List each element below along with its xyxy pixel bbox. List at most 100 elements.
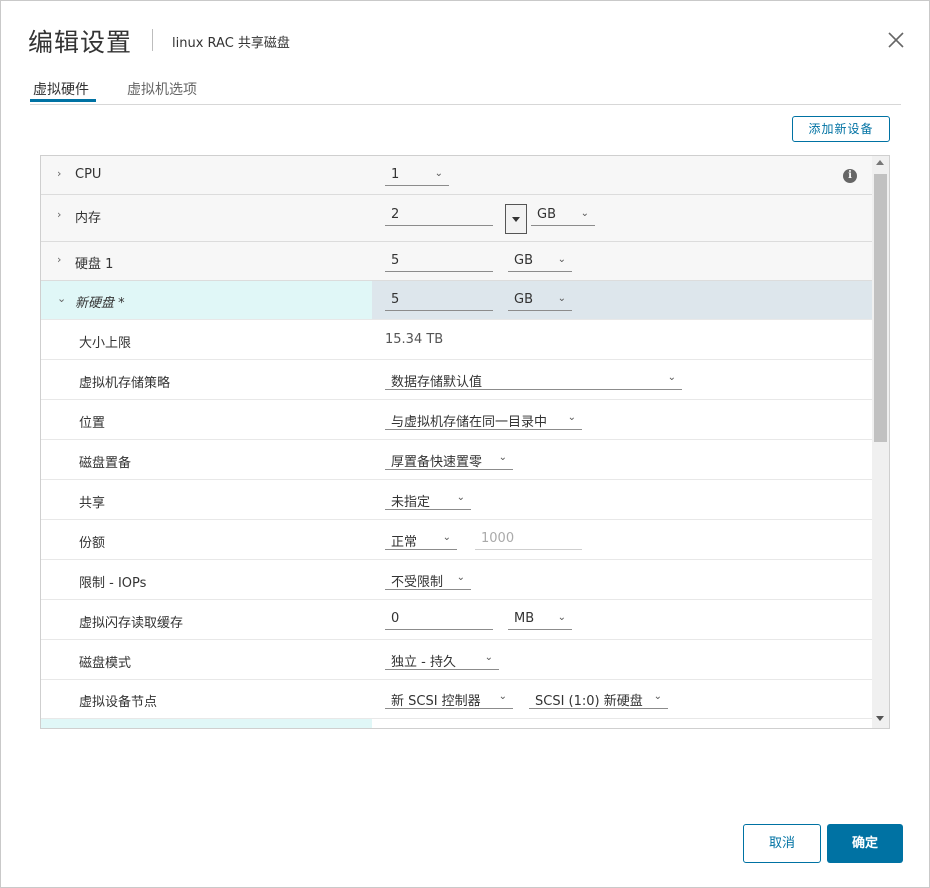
new-disk-size: 5 [391, 292, 400, 307]
active-tab-indicator [30, 99, 96, 102]
chevron-down-icon: ⌄ [567, 412, 576, 423]
chevron-down-icon: ⌄ [442, 532, 451, 543]
memory-unit-select[interactable]: GB ⌄ [531, 207, 595, 226]
sharing-value: 未指定 [391, 495, 431, 510]
hardware-grid: › CPU 1 ⌄ i › 内存 2 GB ⌄ › 硬盘 1 5 GB ⌄ ⌄ … [40, 155, 890, 729]
chevron-down-icon: ⌄ [498, 691, 507, 702]
row-virtual-device-node: 虚拟设备节点 新 SCSI 控制器 ⌄ SCSI (1:0) 新硬盘 ⌄ [41, 680, 872, 719]
ok-button[interactable]: 确定 [827, 824, 903, 863]
info-icon[interactable]: i [843, 169, 857, 183]
controller-value: 新 SCSI 控制器 [391, 694, 481, 709]
row-cpu: › CPU 1 ⌄ i [41, 156, 872, 195]
new-disk-unit: GB [514, 292, 533, 307]
chevron-down-icon: ⌄ [557, 612, 566, 623]
disk-mode-value: 独立 - 持久 [391, 655, 456, 670]
row-sharing: 共享 未指定 ⌄ [41, 480, 872, 520]
flash-cache-input[interactable]: 0 [385, 611, 493, 630]
shares-label: 份额 [79, 536, 106, 551]
row-disk-mode: 磁盘模式 独立 - 持久 ⌄ [41, 640, 872, 680]
disk1-label: 硬盘 1 [75, 257, 114, 272]
location-select[interactable]: 与虚拟机存储在同一目录中 ⌄ [385, 411, 582, 430]
controller-select[interactable]: 新 SCSI 控制器 ⌄ [385, 690, 513, 709]
disk-mode-label: 磁盘模式 [79, 656, 132, 671]
new-disk-unit-select[interactable]: GB ⌄ [508, 292, 572, 311]
chevron-down-icon: ⌄ [456, 492, 465, 503]
storage-policy-select[interactable]: 数据存储默认值 ⌄ [385, 371, 682, 390]
vm-name: linux RAC 共享磁盘 [172, 36, 290, 51]
memory-label: 内存 [75, 211, 102, 226]
row-memory: › 内存 2 GB ⌄ [41, 195, 872, 242]
shares-select[interactable]: 正常 ⌄ [385, 531, 457, 550]
chevron-down-icon: ⌄ [434, 168, 443, 179]
scroll-down-arrow-icon[interactable] [876, 716, 884, 721]
shares-number-input: 1000 [475, 531, 582, 550]
device-node-value: SCSI (1:0) 新硬盘 [535, 694, 643, 709]
flash-cache-label: 虚拟闪存读取缓存 [79, 616, 184, 631]
chevron-down-icon[interactable]: ⌄ [57, 292, 66, 305]
tab-vm-options[interactable]: 虚拟机选项 [127, 79, 197, 99]
close-icon[interactable] [885, 29, 907, 51]
chevron-down-icon: ⌄ [580, 208, 589, 219]
tab-bar: 虚拟硬件 虚拟机选项 [30, 77, 901, 105]
storage-policy-value: 数据存储默认值 [391, 375, 483, 390]
memory-unit: GB [537, 207, 556, 222]
shares-number: 1000 [481, 531, 515, 546]
tab-virtual-hardware[interactable]: 虚拟硬件 [33, 79, 89, 99]
row-flash-read-cache: 虚拟闪存读取缓存 0 MB ⌄ [41, 600, 872, 640]
chevron-right-icon[interactable]: › [57, 208, 61, 221]
shares-value: 正常 [391, 535, 418, 550]
provisioning-label: 磁盘置备 [79, 456, 132, 471]
disk-mode-select[interactable]: 独立 - 持久 ⌄ [385, 651, 499, 670]
disk1-size: 5 [391, 253, 400, 268]
row-shares: 份额 正常 ⌄ 1000 [41, 520, 872, 560]
edit-settings-dialog: 编辑设置 linux RAC 共享磁盘 虚拟硬件 虚拟机选项 添加新设备 › C… [0, 0, 930, 888]
chevron-down-icon: ⌄ [484, 652, 493, 663]
new-disk-label: 新硬盘 * [75, 296, 125, 311]
dialog-title: 编辑设置 [28, 28, 133, 57]
add-new-device-button[interactable]: 添加新设备 [792, 116, 890, 142]
row-location: 位置 与虚拟机存储在同一目录中 ⌄ [41, 400, 872, 440]
row-limit-iops: 限制 - IOPs 不受限制 ⌄ [41, 560, 872, 600]
row-disk-1: › 硬盘 1 5 GB ⌄ [41, 242, 872, 281]
limit-iops-label: 限制 - IOPs [79, 576, 147, 591]
cpu-select[interactable]: 1 ⌄ [385, 167, 449, 186]
device-node-label: 虚拟设备节点 [79, 695, 158, 710]
scrollbar-thumb[interactable] [874, 174, 887, 442]
max-size-value: 15.34 TB [385, 332, 444, 347]
row-max-size: 大小上限 15.34 TB [41, 320, 872, 360]
grid-scrollbar[interactable] [872, 156, 889, 728]
chevron-down-icon: ⌄ [557, 293, 566, 304]
flash-cache-value: 0 [391, 611, 400, 626]
provisioning-select[interactable]: 厚置备快速置零 ⌄ [385, 451, 513, 470]
memory-dropdown-toggle[interactable] [505, 204, 527, 234]
chevron-down-icon: ⌄ [667, 372, 676, 383]
flash-cache-unit-select[interactable]: MB ⌄ [508, 611, 572, 630]
row-new-disk: ⌄ 新硬盘 * 5 GB ⌄ [41, 281, 872, 320]
memory-input[interactable]: 2 [385, 207, 493, 226]
memory-value: 2 [391, 207, 400, 222]
chevron-down-icon: ⌄ [653, 691, 662, 702]
cancel-button[interactable]: 取消 [743, 824, 821, 863]
chevron-down-icon: ⌄ [557, 254, 566, 265]
row-disk-provisioning: 磁盘置备 厚置备快速置零 ⌄ [41, 440, 872, 480]
disk1-size-input[interactable]: 5 [385, 253, 493, 272]
flash-cache-unit: MB [514, 611, 535, 626]
sharing-select[interactable]: 未指定 ⌄ [385, 491, 471, 510]
storage-policy-label: 虚拟机存储策略 [79, 376, 171, 391]
row-storage-policy: 虚拟机存储策略 数据存储默认值 ⌄ [41, 360, 872, 400]
cpu-label: CPU [75, 167, 102, 182]
chevron-right-icon[interactable]: › [57, 253, 61, 266]
title-divider [152, 29, 153, 51]
cpu-value: 1 [391, 167, 400, 182]
chevron-right-icon[interactable]: › [57, 167, 61, 180]
disk1-unit: GB [514, 253, 533, 268]
disk1-unit-select[interactable]: GB ⌄ [508, 253, 572, 272]
new-disk-size-input[interactable]: 5 [385, 292, 493, 311]
limit-iops-select[interactable]: 不受限制 ⌄ [385, 571, 471, 590]
device-node-select[interactable]: SCSI (1:0) 新硬盘 ⌄ [529, 690, 668, 709]
sharing-label: 共享 [79, 496, 106, 511]
limit-iops-value: 不受限制 [391, 575, 444, 590]
chevron-down-icon: ⌄ [498, 452, 507, 463]
location-label: 位置 [79, 416, 106, 431]
scroll-up-arrow-icon[interactable] [876, 160, 884, 165]
